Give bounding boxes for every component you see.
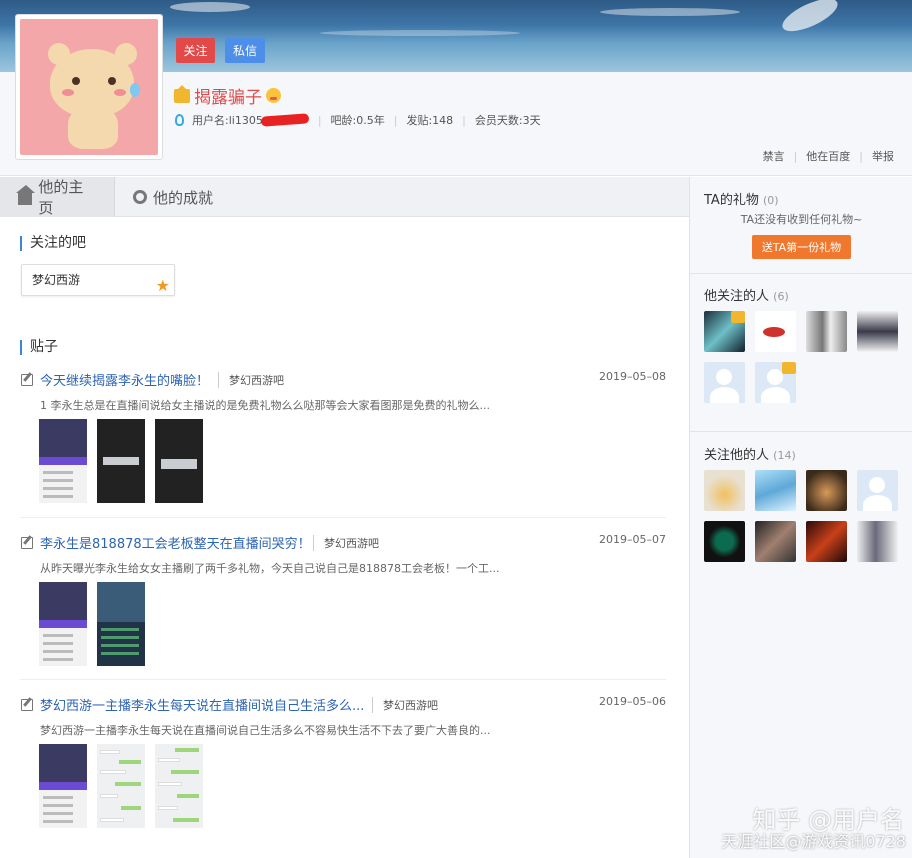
user-meta: 用户名:li1305 | 吧龄:0.5年 | 发贴:148 | 会员天数:3天 [175,112,541,128]
post-thumbnail[interactable] [39,744,87,828]
medal-icon [133,190,147,204]
report-link[interactable]: 举报 [872,148,894,164]
member-days-label: 会员天数:3天 [474,114,541,127]
followers-title: 关注他的人 (14) [704,444,796,463]
follower-avatar[interactable] [755,521,796,562]
follow-button[interactable]: 关注 [176,38,215,63]
forum-card[interactable]: 梦幻西游 ★ [21,264,175,296]
tab-home[interactable]: 他的主页 [0,177,115,217]
post-thumbnail[interactable] [39,419,87,503]
following-title-text: 他关注的人 [704,289,770,304]
tab-achievements-label: 他的成就 [153,188,214,207]
emoji-icon [266,88,281,103]
divider [690,431,912,432]
post-thumbnails [39,582,145,666]
post-date: 2019–05–08 [599,370,666,383]
gifts-title-text: TA的礼物 [704,193,759,208]
post-thumbnail[interactable] [97,744,145,828]
following-title: 他关注的人 (6) [704,285,789,304]
followers-title-text: 关注他的人 [704,448,770,463]
post-item: 李永生是818878工会老板整天在直播间哭穷！ 梦幻西游吧 2019–05–07… [20,533,666,666]
posts-title: 贴子 [20,340,58,355]
post-thumbnail[interactable] [39,582,87,666]
following-avatar[interactable] [857,311,898,352]
following-avatar[interactable] [755,311,796,352]
post-item: 今天继续揭露李永生的嘴脸！ 梦幻西游吧 2019–05–08 1 李永生总是在直… [20,370,666,503]
main-content: 关注的吧 梦幻西游 ★ 贴子 今天继续揭露李永生的嘴脸！ 梦幻西游吧 2019–… [0,218,689,858]
post-title[interactable]: 李永生是818878工会老板整天在直播间哭穷！ [40,533,311,552]
posts-label: 发贴:148 [406,114,454,127]
post-title[interactable]: 梦幻西游一主播李永生每天说在直播间说自己生活多么... [40,695,364,714]
watermark-source: 天涯社区@游戏资讯0728 [721,832,906,851]
post-forum[interactable]: 梦幻西游吧 [218,372,284,388]
sidebar: TA的礼物 (0) TA还没有收到任何礼物~ 送TA第一份礼物 他关注的人 (6… [689,177,912,858]
baidu-link[interactable]: 他在百度 [806,148,850,164]
follower-avatar[interactable] [857,521,898,562]
post-thumbnail[interactable] [97,582,145,666]
post-forum[interactable]: 梦幻西游吧 [313,535,379,551]
post-title[interactable]: 今天继续揭露李永生的嘴脸！ [40,370,209,389]
post-thumbnails [39,744,203,828]
header-links: 禁言 | 他在百度 | 举报 [762,148,894,164]
follower-avatar[interactable] [806,470,847,511]
post-thumbnail[interactable] [97,419,145,503]
post-thumbnails [39,419,203,503]
following-count: (6) [773,290,789,303]
gifts-title: TA的礼物 (0) [704,189,779,208]
post-date: 2019–05–06 [599,695,666,708]
followers-grid [704,470,898,562]
gender-icon [175,114,184,126]
account-label: 用户名:li1305 [192,114,263,127]
post-excerpt: 梦幻西游一主播李永生每天说在直播间说自己生活多么不容易快生活不下去了要广大善良的… [40,724,491,737]
gifts-empty-text: TA还没有收到任何礼物~ [740,213,863,226]
ban-link[interactable]: 禁言 [763,148,785,164]
following-avatar[interactable] [704,311,745,352]
edit-icon [21,374,33,386]
username: 揭露骗子 [194,88,262,108]
post-excerpt: 1 李永生总是在直播间说给女主播说的是免费礼物么么哒那等会大家看图那是免费的礼物… [40,399,490,412]
username-row: 揭露骗子 [174,83,281,108]
vip-badge [731,311,745,323]
avatar[interactable] [15,14,163,160]
avatar-image [20,19,158,155]
follower-avatar[interactable] [704,521,745,562]
post-forum[interactable]: 梦幻西游吧 [372,697,438,713]
following-grid [704,311,898,403]
edit-icon [21,537,33,549]
divider [20,517,666,518]
age-label: 吧龄:0.5年 [330,114,385,127]
post-thumbnail[interactable] [155,419,203,503]
forum-card-name: 梦幻西游 [32,273,81,287]
followers-count: (14) [773,449,796,462]
follower-avatar[interactable] [806,521,847,562]
home-icon [15,185,36,205]
gifts-count: (0) [762,194,779,207]
vip-badge [782,362,796,374]
message-button[interactable]: 私信 [225,38,265,63]
crown-icon [174,84,190,103]
send-gift-button[interactable]: 送TA第一份礼物 [752,235,851,259]
post-date: 2019–05–07 [599,533,666,546]
divider [690,273,912,274]
following-avatar[interactable] [755,362,796,403]
tab-achievements[interactable]: 他的成就 [115,177,231,217]
divider [20,679,666,680]
redaction-mark [260,113,310,127]
follower-avatar[interactable] [857,470,898,511]
followed-forums-title: 关注的吧 [20,236,86,251]
post-thumbnail[interactable] [155,744,203,828]
follower-avatar[interactable] [755,470,796,511]
profile-tabs: 他的主页 他的成就 [0,177,689,217]
tab-home-label: 他的主页 [38,178,84,217]
following-avatar[interactable] [704,362,745,403]
post-excerpt: 从昨天曝光李永生给女女主播刷了两千多礼物，今天自己说自己是818878工会老板！… [40,562,500,575]
following-avatar[interactable] [806,311,847,352]
star-icon: ★ [155,276,170,295]
follower-avatar[interactable] [704,470,745,511]
post-item: 梦幻西游一主播李永生每天说在直播间说自己生活多么... 梦幻西游吧 2019–0… [20,695,666,828]
edit-icon [21,699,33,711]
